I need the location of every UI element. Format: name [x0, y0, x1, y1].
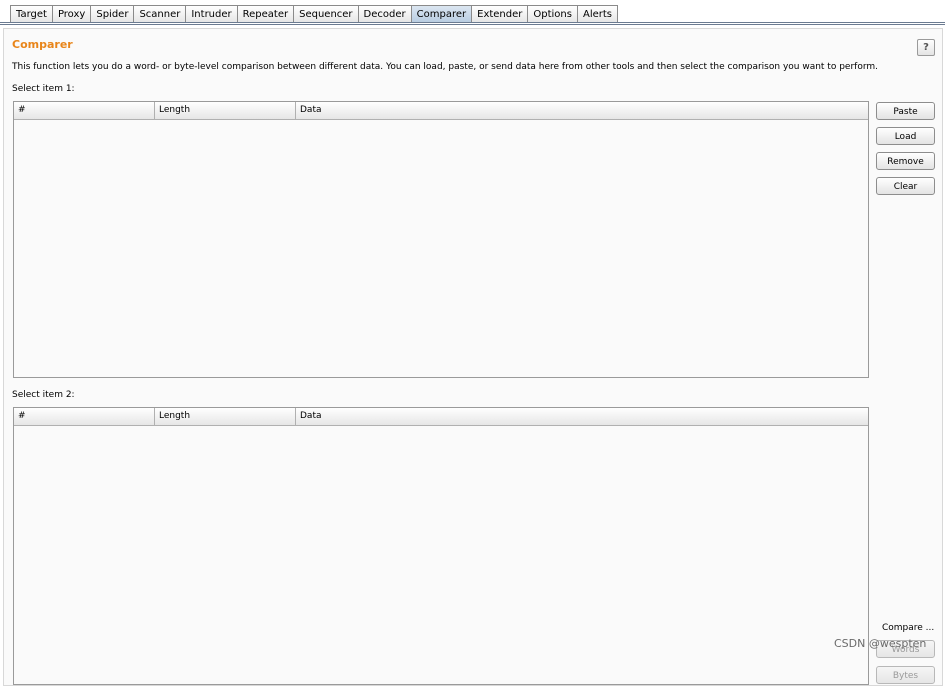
tab-options[interactable]: Options: [527, 5, 577, 22]
remove-button[interactable]: Remove: [876, 152, 935, 170]
compare-label: Compare ...: [882, 623, 935, 633]
tab-target[interactable]: Target: [10, 5, 52, 22]
paste-button[interactable]: Paste: [876, 102, 935, 120]
help-icon[interactable]: ?: [917, 39, 935, 56]
tab-bar-divider: [0, 22, 945, 23]
column-header-number[interactable]: #: [14, 102, 155, 119]
clear-button[interactable]: Clear: [876, 177, 935, 195]
select-item-1-label: Select item 1:: [12, 84, 75, 94]
load-button[interactable]: Load: [876, 127, 935, 145]
watermark: CSDN @wespten: [834, 637, 927, 650]
item-1-table-header: # Length Data: [14, 102, 868, 120]
column-header-length[interactable]: Length: [155, 102, 296, 119]
panel-title: Comparer: [12, 38, 73, 51]
tab-intruder[interactable]: Intruder: [185, 5, 237, 22]
comparer-panel: Comparer ? This function lets you do a w…: [3, 28, 943, 686]
tool-tab-bar: Target Proxy Spider Scanner Intruder Rep…: [0, 0, 945, 26]
column-header-length[interactable]: Length: [155, 408, 296, 425]
column-header-number[interactable]: #: [14, 408, 155, 425]
item-2-table[interactable]: # Length Data: [13, 407, 869, 685]
tab-alerts[interactable]: Alerts: [576, 5, 618, 22]
tab-sequencer[interactable]: Sequencer: [293, 5, 358, 22]
column-header-data[interactable]: Data: [296, 408, 868, 425]
column-header-data[interactable]: Data: [296, 102, 868, 119]
select-item-2-label: Select item 2:: [12, 390, 75, 400]
compare-bytes-button[interactable]: Bytes: [876, 666, 935, 684]
tab-scanner[interactable]: Scanner: [133, 5, 186, 22]
tab-list: Target Proxy Spider Scanner Intruder Rep…: [10, 5, 618, 23]
item-1-table[interactable]: # Length Data: [13, 101, 869, 378]
tab-spider[interactable]: Spider: [90, 5, 134, 22]
tab-extender[interactable]: Extender: [471, 5, 528, 22]
tab-proxy[interactable]: Proxy: [51, 5, 91, 22]
tab-comparer[interactable]: Comparer: [410, 5, 472, 22]
tab-decoder[interactable]: Decoder: [357, 5, 411, 22]
tab-repeater[interactable]: Repeater: [236, 5, 294, 22]
panel-description: This function lets you do a word- or byt…: [12, 62, 878, 72]
tab-bar-divider-2: [0, 24, 945, 25]
item-2-table-header: # Length Data: [14, 408, 868, 426]
